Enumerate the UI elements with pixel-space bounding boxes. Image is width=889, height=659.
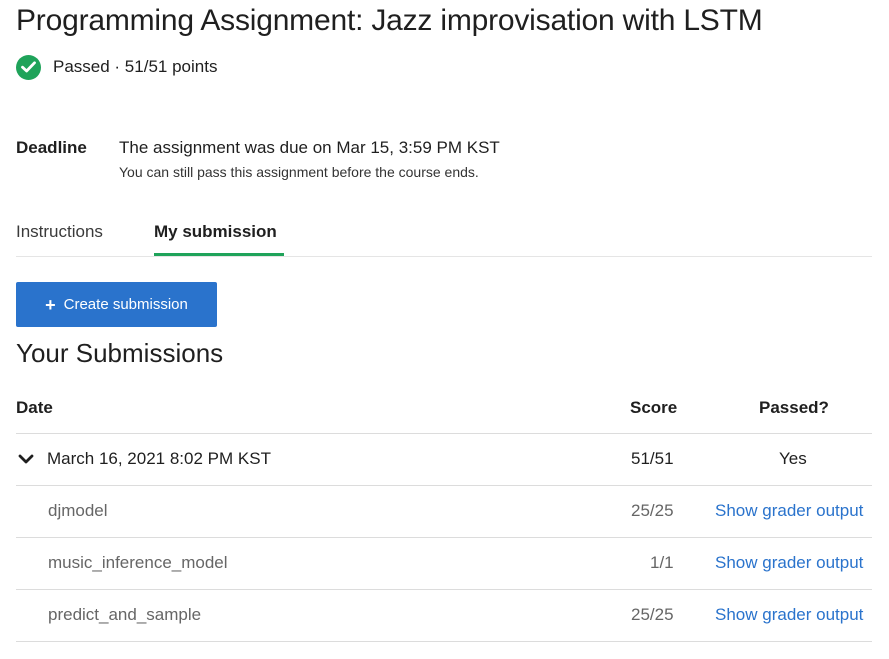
table-row: djmodel 25/25 Show grader output [16, 486, 872, 538]
part-score: 25/25 [631, 501, 674, 520]
show-grader-output-link[interactable]: Show grader output [715, 501, 863, 521]
page-title: Programming Assignment: Jazz improvisati… [16, 4, 763, 37]
part-score: 25/25 [631, 605, 674, 624]
submission-date: March 16, 2021 8:02 PM KST [47, 449, 271, 468]
part-score: 1/1 [650, 553, 674, 572]
show-grader-output-link[interactable]: Show grader output [715, 605, 863, 625]
table-row: music_inference_model 1/1 Show grader ou… [16, 538, 872, 590]
submission-row[interactable]: March 16, 2021 8:02 PM KST 51/51 Yes [16, 434, 872, 486]
status-text: Passed · 51/51 points [53, 57, 218, 76]
submission-passed: Yes [779, 449, 807, 468]
deadline-text: The assignment was due on Mar 15, 3:59 P… [119, 138, 500, 157]
status-row: Passed · 51/51 points [16, 54, 217, 80]
submission-score: 51/51 [631, 449, 674, 468]
create-submission-button[interactable]: + Create submission [16, 282, 217, 327]
show-grader-output-link[interactable]: Show grader output [715, 553, 863, 573]
table-header: Date Score Passed? [16, 385, 872, 434]
deadline-label: Deadline [16, 138, 87, 157]
table-row: predict_and_sample 25/25 Show grader out… [16, 590, 872, 642]
tab-my-submission[interactable]: My submission [154, 222, 277, 242]
column-passed: Passed? [759, 398, 829, 417]
part-name: music_inference_model [48, 553, 228, 572]
create-submission-label: Create submission [63, 296, 188, 313]
tab-instructions[interactable]: Instructions [16, 222, 103, 242]
column-date: Date [16, 398, 53, 417]
check-circle-icon [16, 54, 41, 80]
part-name: predict_and_sample [48, 605, 202, 624]
chevron-down-icon[interactable] [18, 452, 34, 470]
column-score: Score [630, 398, 678, 417]
submissions-heading: Your Submissions [16, 338, 224, 368]
part-name: djmodel [48, 501, 108, 520]
plus-icon: + [45, 294, 56, 315]
tab-bar: Instructions My submission [16, 214, 872, 257]
active-tab-indicator [154, 253, 284, 256]
deadline-note: You can still pass this assignment befor… [119, 164, 479, 180]
